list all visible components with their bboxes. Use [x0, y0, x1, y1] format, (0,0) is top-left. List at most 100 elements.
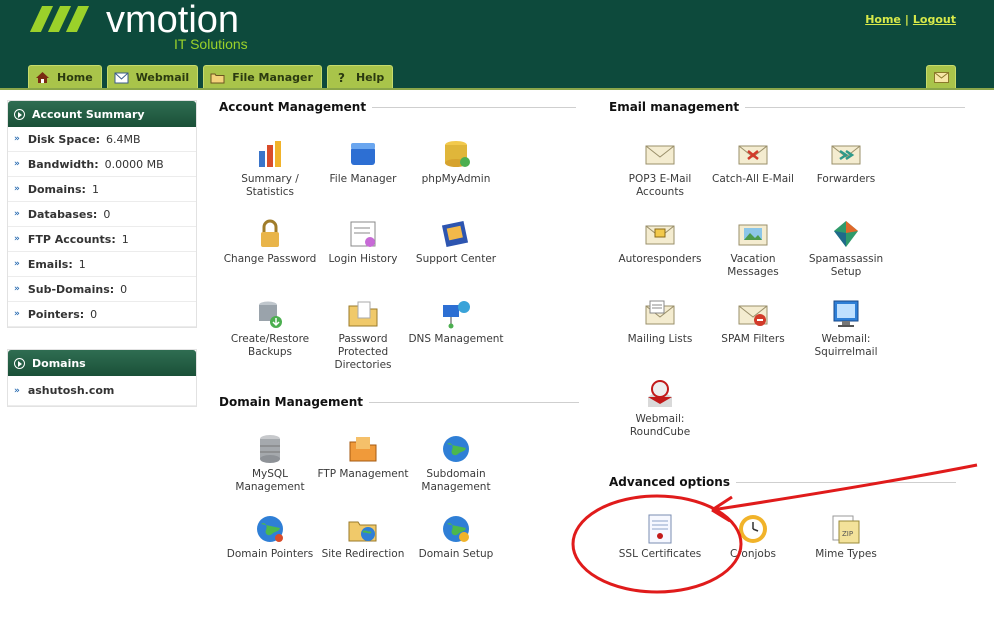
summary-label: Disk Space:: [27, 132, 101, 146]
account-summary-header: Account Summary: [8, 101, 196, 127]
advanced-options-heading: Advanced options: [609, 475, 956, 489]
envelope-link[interactable]: POP3 E-Mail Accounts: [612, 137, 708, 199]
mysql-icon: [260, 435, 280, 463]
bullet-arrow-icon: »: [14, 234, 20, 244]
icon-label: FTP Management: [317, 468, 409, 480]
spam-filter-link[interactable]: SPAM Filters: [705, 297, 801, 346]
summary-row: » FTP Accounts: 1: [8, 227, 196, 252]
icon-label: Create/Restore Backups: [230, 333, 310, 358]
mime-types-icon: ZIP: [832, 515, 860, 544]
certificate-link[interactable]: SSL Certificates: [612, 512, 708, 561]
spamassassin-icon: [834, 221, 858, 247]
backup-link[interactable]: Create/Restore Backups: [222, 297, 318, 359]
mime-types-link[interactable]: ZIP Mime Types: [798, 512, 894, 561]
spamassassin-link[interactable]: Spamassassin Setup: [798, 217, 894, 279]
mail-tab[interactable]: [926, 65, 956, 89]
domain-name: ashutosh.com: [27, 384, 115, 397]
globe-pointer-link[interactable]: Domain Pointers: [222, 512, 318, 561]
tab-webmail[interactable]: Webmail: [106, 65, 199, 89]
icon-label: Support Center: [415, 253, 497, 265]
icon-label: Cronjobs: [730, 548, 776, 560]
backup-icon: [259, 301, 282, 328]
logout-link[interactable]: Logout: [913, 13, 956, 26]
icon-label: Subdomain Management: [421, 468, 491, 493]
bullet-arrow-icon: »: [14, 184, 20, 194]
email-management-title: Email management: [609, 100, 740, 114]
file-manager-link[interactable]: File Manager: [315, 137, 411, 186]
domain-setup-link[interactable]: Domain Setup: [408, 512, 504, 561]
clock-link[interactable]: Cronjobs: [705, 512, 801, 561]
help-icon: ?: [338, 71, 345, 84]
clock-icon: [739, 515, 767, 543]
protected-folder-link[interactable]: Password Protected Directories: [315, 297, 411, 372]
catch-all-envelope-link[interactable]: Catch-All E-Mail: [705, 137, 801, 186]
summary-label: Sub-Domains:: [27, 282, 115, 296]
link-separator: |: [904, 13, 909, 26]
icon-label: Domain Pointers: [226, 548, 314, 560]
divider: [745, 106, 966, 108]
brand-tagline: IT Solutions: [174, 36, 248, 52]
envelope-icon: [645, 145, 675, 165]
spam-filter-icon: [738, 305, 768, 326]
statistics-link[interactable]: Summary / Statistics: [222, 137, 318, 199]
vacation-link[interactable]: Vacation Messages: [705, 217, 801, 279]
icon-label: Webmail: Squirrelmail: [814, 333, 878, 358]
account-management-title: Account Management: [219, 100, 367, 114]
login-history-link[interactable]: Login History: [315, 217, 411, 266]
tab-home-label: Home: [57, 71, 93, 84]
forward-envelope-link[interactable]: Forwarders: [798, 137, 894, 186]
autoresponder-link[interactable]: Autoresponders: [612, 217, 708, 266]
home-link[interactable]: Home: [865, 13, 901, 26]
icon-label: Vacation Messages: [727, 253, 779, 278]
dns-link[interactable]: DNS Management: [408, 297, 504, 346]
domain-item[interactable]: » ashutosh.com: [8, 376, 196, 406]
icon-label: Summary / Statistics: [241, 173, 299, 198]
domain-management-title: Domain Management: [219, 395, 363, 409]
certificate-icon: [648, 514, 672, 544]
icon-label: SPAM Filters: [721, 333, 785, 345]
brand-name: vmotion: [106, 0, 240, 41]
bullet-arrow-icon: »: [14, 159, 20, 169]
ftp-link[interactable]: FTP Management: [315, 432, 411, 481]
tab-file-manager[interactable]: File Manager: [203, 65, 322, 89]
divider: [368, 401, 579, 403]
icon-label: POP3 E-Mail Accounts: [628, 173, 692, 198]
protected-folder-icon: [348, 301, 378, 327]
domains-panel: Domains » ashutosh.com: [7, 349, 197, 407]
bullet-arrow-icon: »: [14, 134, 20, 144]
icon-label: Login History: [328, 253, 398, 265]
bullet-arrow-icon: »: [14, 385, 20, 396]
summary-row: » Bandwidth: 0.0000 MB: [8, 152, 196, 177]
support-link[interactable]: Support Center: [408, 217, 504, 266]
database-link[interactable]: phpMyAdmin: [408, 137, 504, 186]
summary-label: Bandwidth:: [27, 157, 99, 171]
tab-home[interactable]: Home: [28, 65, 102, 89]
bullet-arrow-icon: »: [14, 309, 20, 319]
lock-link[interactable]: Change Password: [222, 217, 318, 266]
domain-setup-icon: [443, 516, 469, 542]
globe-icon: [443, 436, 469, 462]
summary-value: 1: [78, 257, 86, 271]
icon-label: Autoresponders: [618, 253, 702, 265]
tab-webmail-label: Webmail: [135, 71, 190, 84]
lock-icon: [261, 219, 279, 247]
home-icon: [36, 72, 49, 83]
email-management-heading: Email management: [609, 100, 966, 114]
domains-header: Domains: [8, 350, 196, 376]
squirrelmail-icon: [833, 300, 859, 327]
account-summary-panel: Account Summary » Disk Space: 6.4MB » Bandwi…: [7, 100, 197, 328]
mailing-list-icon: [645, 300, 675, 325]
globe-link[interactable]: Subdomain Management: [408, 432, 504, 494]
nav-strip: [0, 88, 994, 90]
icon-label: Change Password: [223, 253, 317, 265]
mysql-link[interactable]: MySQL Management: [222, 432, 318, 494]
redirect-link[interactable]: Site Redirection: [315, 512, 411, 561]
logo: vmotion: [28, 0, 240, 41]
roundcube-link[interactable]: Webmail: RoundCube: [612, 377, 708, 439]
icon-label: Mime Types: [815, 548, 877, 560]
tab-help[interactable]: ? Help: [326, 65, 394, 89]
divider: [735, 481, 956, 483]
login-history-icon: [350, 221, 376, 247]
mailing-list-link[interactable]: Mailing Lists: [612, 297, 708, 346]
squirrelmail-link[interactable]: Webmail: Squirrelmail: [798, 297, 894, 359]
